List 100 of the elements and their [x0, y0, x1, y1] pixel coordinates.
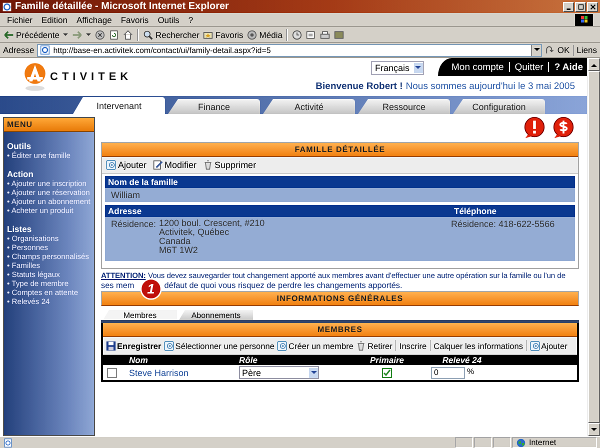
percent-input[interactable]: 0 — [431, 366, 465, 378]
menu-section-title: Listes — [7, 224, 33, 234]
family-name: William — [111, 190, 140, 200]
address-label: Adresse — [3, 45, 34, 55]
action-button[interactable]: Sélectionner une personne — [164, 340, 274, 350]
action-button[interactable]: Modifier — [152, 160, 197, 170]
language-select[interactable]: Français — [371, 61, 424, 75]
close-button[interactable] — [587, 2, 598, 12]
trash-icon — [202, 160, 213, 170]
caret-icon — [415, 66, 422, 70]
toolbar-button[interactable] — [306, 30, 316, 40]
caret-icon[interactable] — [63, 32, 68, 36]
tab[interactable]: Finance — [168, 99, 260, 114]
welcome-name: Bienvenue Robert ! — [316, 81, 403, 92]
tab[interactable]: Membres — [103, 310, 177, 320]
address-line: Activitek, Québec — [159, 228, 230, 237]
flag-logo-icon — [575, 14, 593, 26]
action-button[interactable]: Ajouter — [106, 160, 147, 170]
mail-icon — [306, 30, 316, 40]
toolbar-button[interactable] — [334, 30, 344, 40]
search-icon — [143, 30, 154, 40]
action-button[interactable]: Retirer — [356, 340, 392, 350]
go-button[interactable]: OK — [545, 45, 570, 55]
phone-text: Résidence: 418-622-5566 — [451, 219, 556, 231]
status-panel — [474, 437, 492, 448]
action-button[interactable]: Créer un membre — [277, 340, 354, 350]
stop-icon — [95, 30, 106, 40]
circle-plus-icon — [164, 340, 174, 350]
caret-icon[interactable] — [86, 32, 92, 36]
window-title: Famille détaillée - Microsoft Internet Explorer — [15, 1, 229, 12]
status-panel — [455, 437, 473, 448]
action-button[interactable]: Calquer les informations — [434, 340, 524, 350]
menu-item[interactable]: Fichier — [7, 14, 33, 24]
column-header: Primaire — [368, 355, 406, 365]
account-link[interactable]: Mon compte — [452, 62, 504, 72]
links-label[interactable]: Liens — [576, 45, 597, 55]
toolbar-button[interactable]: Favoris — [203, 30, 244, 40]
address-field[interactable]: http://base-en.activitek.com/contact/ui/family-detail.aspx?id=5 — [37, 44, 542, 56]
go-arrow-icon — [545, 45, 556, 55]
action-button[interactable]: Ajouter — [530, 340, 568, 350]
role-select[interactable]: Père — [239, 366, 319, 379]
forward-arrow-icon — [72, 30, 82, 40]
action-button[interactable]: Inscrire — [399, 340, 427, 350]
logo-text: CTIVITEK — [50, 71, 132, 83]
logo-icon — [22, 62, 48, 92]
media-icon — [247, 30, 258, 40]
toolbar-button[interactable]: Précédente — [4, 30, 60, 40]
warning-text: ses mem — [101, 281, 134, 291]
trash-icon — [356, 340, 366, 350]
action-button[interactable]: Enregistrer — [106, 340, 162, 350]
address-line: M6T 1W2 — [159, 246, 199, 255]
member-link[interactable]: Steve Harrison — [129, 368, 239, 378]
maximize-button[interactable] — [575, 2, 586, 12]
tab[interactable]: Activité — [263, 99, 355, 114]
menu-section-title: Outils — [7, 141, 32, 151]
field-header: Adresse Téléphone — [105, 205, 575, 217]
toolbar-button[interactable]: Rechercher — [143, 30, 200, 40]
caret-icon — [310, 370, 316, 374]
primary-checkbox[interactable] — [382, 368, 392, 378]
column-header: Rôle — [239, 355, 258, 365]
column-header: Nom — [129, 355, 149, 365]
action-button[interactable]: Supprimer — [202, 160, 256, 170]
tab[interactable]: Configuration — [453, 99, 545, 114]
pencil-page-icon — [152, 160, 163, 170]
toolbar-button[interactable] — [292, 30, 302, 40]
menu-item[interactable]: Affichage — [76, 14, 112, 24]
caret-icon — [591, 62, 597, 66]
tab[interactable]: Ressource — [358, 99, 450, 114]
menu-section-title: Action — [7, 169, 34, 179]
back-arrow-icon — [4, 30, 14, 40]
notepad-icon — [334, 30, 344, 40]
page-icon — [40, 45, 50, 55]
section-header: MEMBRES — [103, 323, 577, 337]
menu-item[interactable]: Outils — [158, 14, 180, 24]
menu-item[interactable]: Edition — [42, 14, 68, 24]
toolbar-button[interactable] — [109, 30, 120, 40]
toolbar-button[interactable] — [320, 30, 330, 40]
caret-icon — [591, 428, 597, 432]
account-link[interactable]: Quitter — [514, 62, 544, 72]
circle-plus-icon — [277, 340, 288, 350]
house-icon — [123, 30, 134, 40]
menu-item[interactable]: Favoris — [120, 14, 149, 24]
toolbar-button[interactable]: Média — [247, 30, 282, 40]
folder-star-icon — [203, 30, 214, 40]
help-link[interactable]: ? Aide — [554, 62, 583, 72]
warning-text: défaut de quoi vous risquez de perdre les changements apportés. — [164, 281, 402, 291]
address-type: Résidence: — [111, 219, 156, 231]
toolbar-button[interactable] — [123, 30, 134, 40]
date-text: Nous sommes aujourd'hui le 3 mai 2005 — [406, 81, 575, 92]
toolbar-button[interactable] — [95, 30, 106, 40]
row-checkbox[interactable] — [107, 368, 117, 378]
unit-label: % — [467, 366, 474, 378]
circle-plus-icon — [106, 160, 116, 170]
tab[interactable]: Intervenant — [73, 97, 165, 114]
menu-item[interactable]: ? — [188, 14, 194, 24]
tab[interactable]: Abonnements — [179, 310, 253, 320]
minimize-button[interactable] — [563, 2, 574, 12]
address-line: Canada — [159, 237, 191, 246]
clock-icon — [292, 30, 302, 40]
section-header: FAMILLE DÉTAILLÉE — [102, 143, 578, 157]
